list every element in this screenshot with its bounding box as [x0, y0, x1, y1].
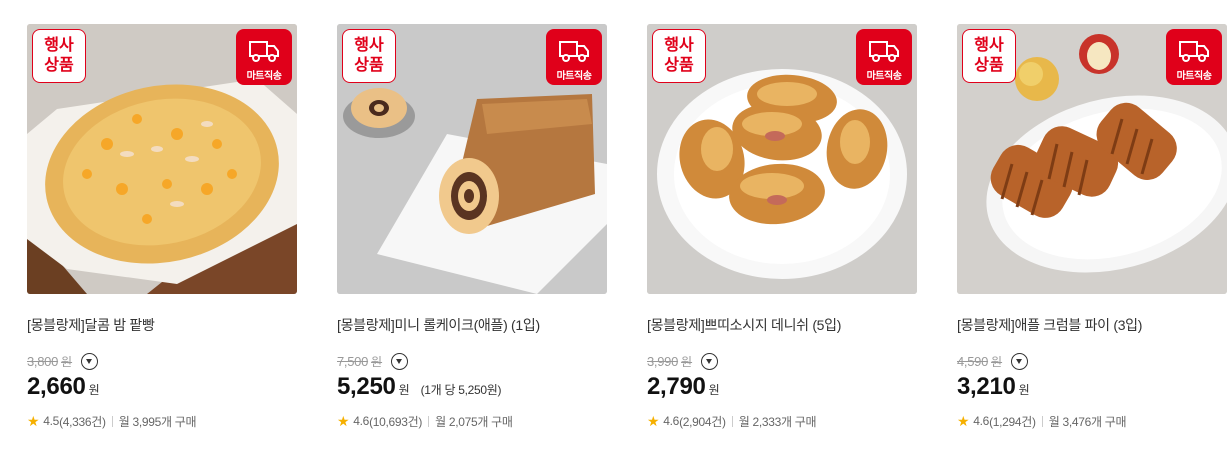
sale-price: 3,210 — [957, 373, 1016, 400]
event-product-badge: 행사 상품 — [32, 29, 86, 83]
sale-price: 2,660 — [27, 373, 86, 400]
product-title[interactable]: [몽블랑제]미니 롤케이크(애플) (1입) — [337, 315, 607, 335]
price-unit: 원 — [88, 383, 100, 397]
event-product-badge: 행사 상품 — [652, 29, 706, 83]
mart-delivery-badge: 마트직송 — [856, 29, 912, 85]
sale-price: 2,790 — [647, 373, 706, 400]
event-product-badge: 행사 상품 — [342, 29, 396, 83]
chevron-down-icon[interactable] — [1011, 352, 1029, 370]
mart-delivery-badge: 마트직송 — [546, 29, 602, 85]
divider — [111, 415, 113, 427]
price-unit: 원 — [398, 383, 410, 397]
rating: 4.5 — [43, 414, 60, 428]
truck-icon — [1179, 41, 1209, 62]
monthly-purchases: 월 3,476개 구매 — [1048, 414, 1127, 429]
monthly-purchases: 월 2,333개 구매 — [738, 414, 817, 429]
product-image[interactable]: 행사 상품 마트직송 — [337, 24, 607, 294]
mart-delivery-badge: 마트직송 — [1166, 29, 1222, 85]
star-icon: ★ — [647, 412, 660, 429]
product-card[interactable]: 행사 상품 마트직송 [몽블랑제]달콤 밤 팥빵 3,800 원 2,660 원 — [27, 24, 297, 454]
mart-delivery-badge: 마트직송 — [236, 29, 292, 85]
truck-icon — [249, 41, 279, 62]
product-grid: 행사 상품 마트직송 [몽블랑제]달콤 밤 팥빵 3,800 원 2,660 원 — [0, 0, 1232, 459]
event-product-badge: 행사 상품 — [962, 29, 1016, 83]
product-card[interactable]: 행사 상품 마트직송 [몽블랑제]미니 롤케이크(애플) (1입) 7,500 … — [337, 24, 607, 454]
unit-price: (1개 당 5,250원) — [420, 383, 502, 397]
review-count: (2,904건) — [679, 414, 726, 429]
product-card[interactable]: 행사 상품 마트직송 [몽블랑제]쁘띠소시지 데니쉬 (5입) 3,990 원 … — [647, 24, 917, 454]
chevron-down-icon[interactable] — [701, 352, 719, 370]
review-count: (10,693건) — [369, 414, 423, 429]
original-price-unit: 원 — [371, 354, 383, 369]
product-title[interactable]: [몽블랑제]쁘띠소시지 데니쉬 (5입) — [647, 315, 917, 335]
sale-price: 5,250 — [337, 373, 396, 400]
product-image[interactable]: 행사 상품 마트직송 — [957, 24, 1227, 294]
original-price-unit: 원 — [61, 354, 73, 369]
review-count: (4,336건) — [59, 414, 106, 429]
rating: 4.6 — [973, 414, 990, 428]
product-title[interactable]: [몽블랑제]달콤 밤 팥빵 — [27, 315, 297, 335]
monthly-purchases: 월 3,995개 구매 — [118, 414, 197, 429]
star-icon: ★ — [337, 412, 350, 429]
product-title[interactable]: [몽블랑제]애플 크럼블 파이 (3입) — [957, 315, 1227, 335]
original-price: 7,500 — [337, 353, 369, 369]
original-price: 4,590 — [957, 353, 989, 369]
original-price-unit: 원 — [991, 354, 1003, 369]
rating: 4.6 — [663, 414, 680, 428]
divider — [1041, 415, 1043, 427]
truck-icon — [559, 41, 589, 62]
product-image[interactable]: 행사 상품 마트직송 — [27, 24, 297, 294]
review-count: (1,294건) — [989, 414, 1036, 429]
product-card[interactable]: 행사 상품 마트직송 [몽블랑제]애플 크럼블 파이 (3입) 4,590 원 … — [957, 24, 1227, 454]
original-price: 3,990 — [647, 353, 679, 369]
star-icon: ★ — [27, 412, 40, 429]
chevron-down-icon[interactable] — [391, 352, 409, 370]
divider — [731, 415, 733, 427]
original-price: 3,800 — [27, 353, 59, 369]
price-unit: 원 — [708, 383, 720, 397]
chevron-down-icon[interactable] — [81, 352, 99, 370]
divider — [428, 415, 430, 427]
rating: 4.6 — [353, 414, 370, 428]
original-price-unit: 원 — [681, 354, 693, 369]
star-icon: ★ — [957, 412, 970, 429]
monthly-purchases: 월 2,075개 구매 — [435, 414, 513, 429]
price-unit: 원 — [1018, 383, 1030, 397]
product-image[interactable]: 행사 상품 마트직송 — [647, 24, 917, 294]
truck-icon — [869, 41, 899, 62]
